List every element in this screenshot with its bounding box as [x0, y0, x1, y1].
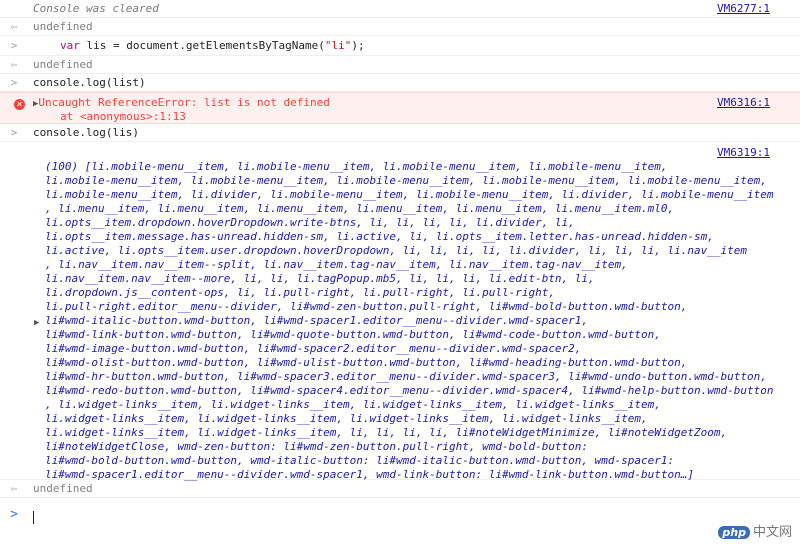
error-message[interactable]: ▶Uncaught ReferenceError: list is not de… — [33, 96, 330, 109]
array-output-line: li#wmd-italic-button.wmd-button, li#wmd-… — [45, 314, 589, 327]
log-row-input-1: > var lis = document.getElementsByTagNam… — [0, 36, 800, 56]
code-keyword: var — [60, 39, 80, 52]
array-output-line: li.dropdown.js__content-ops, li, li.pull… — [45, 286, 555, 299]
array-output-line: li.widget-links__item, li.widget-links__… — [45, 426, 728, 439]
array-output-line: li#wmd-olist-button.wmd-button, li#wmd-u… — [45, 356, 688, 369]
input-chevron-icon: > — [10, 76, 18, 89]
log-row-undefined-1: ⇦ undefined — [0, 18, 800, 36]
result-arrow-icon: ⇦ — [10, 58, 18, 71]
cleared-message: Console was cleared — [33, 2, 159, 15]
array-output-line: li.opts__item.dropdown.hoverDropdown.wri… — [45, 216, 575, 229]
result-value: undefined — [33, 20, 93, 33]
code-string: "li" — [324, 39, 352, 52]
array-output-line: , li.widget-links__item, li.widget-links… — [45, 398, 661, 411]
array-output-line: li.pull-right.editor__menu--divider, li#… — [45, 300, 688, 313]
log-row-undefined-3: ⇦ undefined — [0, 480, 800, 498]
array-output-line: li.mobile-menu__item, li.divider, li.mob… — [45, 188, 774, 201]
input-code-2: console.log(list) — [33, 76, 146, 89]
array-output-line: , li.nav__item.nav__item--split, li.nav_… — [45, 258, 628, 271]
result-value: undefined — [33, 482, 93, 495]
error-text: Uncaught ReferenceError: list is not def… — [38, 96, 330, 109]
array-output-line: li.active, li.opts__item.user.dropdown.h… — [45, 244, 747, 257]
log-row-input-2: > console.log(list) — [0, 74, 800, 92]
console-input[interactable] — [33, 511, 34, 524]
array-output-line: li#noteWidgetClose, wmd-zen-button: li#w… — [45, 440, 589, 453]
log-row-array-output: VM6319:1 ▶ (100) [li.mobile-menu__item, … — [0, 142, 800, 481]
source-link-output[interactable]: VM6319:1 — [717, 146, 770, 159]
code-end: ); — [351, 39, 365, 52]
watermark-logo: php 中文网 — [718, 521, 792, 540]
array-output-line: , li.menu__item, li.menu__item, li.menu_… — [45, 202, 675, 215]
error-stack: at <anonymous>:1:13 — [60, 110, 186, 123]
array-output-line: li#wmd-bold-button.wmd-button, wmd-itali… — [45, 454, 675, 467]
array-output-line: li.mobile-menu__item, li.mobile-menu__it… — [45, 174, 767, 187]
input-code-1: var lis = document.getElementsByTagName(… — [60, 39, 365, 52]
error-icon: ✕ — [14, 99, 25, 110]
watermark-logo-mark: php — [718, 526, 750, 539]
array-output-line: li.widget-links__item, li.widget-links__… — [45, 412, 648, 425]
input-code-3: console.log(lis) — [33, 126, 139, 139]
log-row-input-3: > console.log(lis) — [0, 124, 800, 142]
array-output-line: (100) [li.mobile-menu__item, li.mobile-m… — [45, 160, 668, 173]
log-row-undefined-2: ⇦ undefined — [0, 56, 800, 74]
source-link-cleared[interactable]: VM6277:1 — [717, 2, 770, 15]
log-row-error: ✕ ▶Uncaught ReferenceError: list is not … — [0, 92, 800, 124]
result-arrow-icon: ⇦ — [10, 20, 18, 33]
result-value: undefined — [33, 58, 93, 71]
result-arrow-icon: ⇦ — [10, 482, 18, 495]
log-row-cleared: Console was cleared VM6277:1 — [0, 0, 800, 18]
array-output-line: li.nav__item.nav__item--more, li, li, li… — [45, 272, 595, 285]
array-output-line: li#wmd-hr-button.wmd-button, li#wmd-spac… — [45, 370, 767, 383]
watermark-text: 中文网 — [752, 525, 792, 540]
array-output-line: li.opts__item.message.has-unread.hidden-… — [45, 230, 714, 243]
array-output-line: li#wmd-image-button.wmd-button, li#wmd-s… — [45, 342, 582, 355]
array-output-line: li#wmd-redo-button.wmd-button, li#wmd-sp… — [45, 384, 774, 397]
source-link-error[interactable]: VM6316:1 — [717, 96, 770, 109]
input-chevron-icon: > — [10, 126, 18, 139]
expand-triangle-icon[interactable]: ▶ — [34, 318, 39, 328]
code-body: lis = document.getElementsByTagName( — [79, 39, 325, 52]
prompt-chevron-icon: > — [10, 507, 18, 522]
array-output-line: li#wmd-link-button.wmd-button, li#wmd-qu… — [45, 328, 661, 341]
input-chevron-icon: > — [10, 39, 18, 52]
